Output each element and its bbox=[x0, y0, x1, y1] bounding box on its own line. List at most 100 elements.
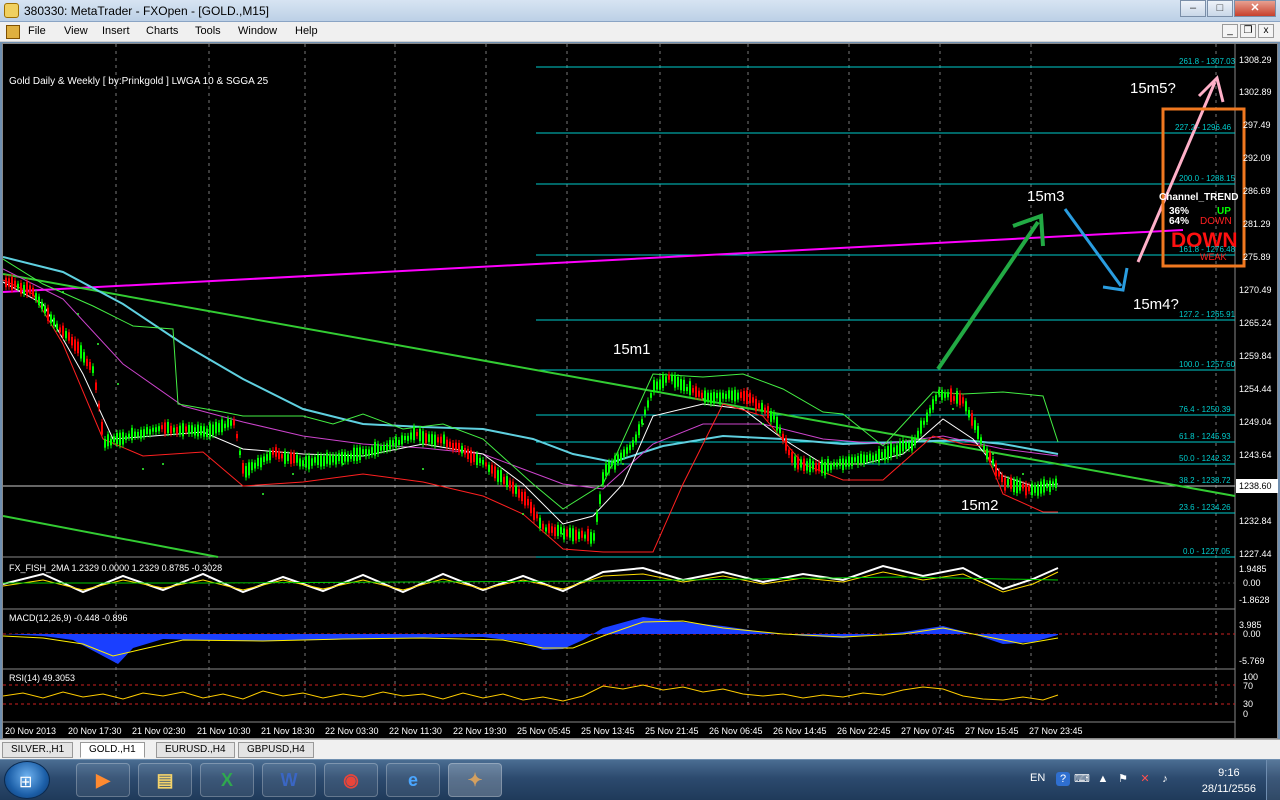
candle-body bbox=[380, 446, 382, 451]
fib-label: 200.0 - 1288.15 bbox=[1179, 174, 1236, 183]
word-icon[interactable]: W bbox=[262, 763, 316, 797]
candle-body bbox=[1028, 485, 1030, 492]
time-tick: 25 Nov 21:45 bbox=[645, 726, 699, 736]
candle-body bbox=[506, 476, 508, 487]
internet-explorer-icon[interactable]: e bbox=[386, 763, 440, 797]
close-button[interactable]: ✕ bbox=[1234, 0, 1276, 17]
fib-label: 127.2 - 1265.91 bbox=[1179, 310, 1236, 319]
system-tray: EN ? ⌨ ▲ ⚑ ✕ ♪ 9:16 28/11/2556 bbox=[1030, 760, 1280, 800]
candle-body bbox=[476, 454, 478, 466]
price-tick: 275.89 bbox=[1243, 252, 1271, 262]
language-indicator[interactable]: EN bbox=[1030, 772, 1045, 784]
candle-body bbox=[593, 533, 595, 541]
candle-body bbox=[266, 454, 268, 461]
time-tick: 21 Nov 18:30 bbox=[261, 726, 315, 736]
candle-body bbox=[1043, 479, 1045, 493]
candle-body bbox=[179, 425, 181, 435]
candle-body bbox=[827, 458, 829, 472]
mdi-minimize-button[interactable]: _ bbox=[1222, 24, 1238, 38]
menu-window[interactable]: Window bbox=[238, 25, 277, 37]
metatrader-taskbar-icon[interactable]: ✦ bbox=[448, 763, 502, 797]
menu-charts[interactable]: Charts bbox=[146, 25, 178, 37]
candle-body bbox=[152, 427, 154, 432]
candle-body bbox=[248, 462, 250, 476]
menu-insert[interactable]: Insert bbox=[102, 25, 130, 37]
rsi-scale: 0 bbox=[1243, 709, 1248, 719]
volume-icon[interactable]: ♪ bbox=[1158, 772, 1172, 786]
candle-body bbox=[773, 412, 775, 420]
minimize-button[interactable]: – bbox=[1180, 0, 1206, 17]
candle-body bbox=[224, 423, 226, 429]
candle-body bbox=[854, 457, 856, 462]
menu-tools[interactable]: Tools bbox=[195, 25, 221, 37]
candle-body bbox=[140, 429, 142, 439]
clock[interactable]: 9:16 28/11/2556 bbox=[1202, 765, 1256, 797]
menu-file[interactable]: File bbox=[28, 25, 46, 37]
candle-body bbox=[398, 440, 400, 445]
macd-scale: 0.00 bbox=[1243, 629, 1261, 639]
flag-icon[interactable]: ⚑ bbox=[1116, 772, 1130, 786]
tab-eurusd[interactable]: EURUSD.,H4 bbox=[156, 742, 235, 758]
price-tick: 286.69 bbox=[1243, 186, 1271, 196]
candle-body bbox=[317, 454, 319, 465]
start-button[interactable]: ⊞ bbox=[4, 761, 50, 799]
rsi-indicator[interactable]: RSI(14) 49.3053 100 70 30 0 bbox=[3, 672, 1258, 719]
menu-help[interactable]: Help bbox=[295, 25, 318, 37]
candle-body bbox=[1037, 484, 1039, 496]
macd-scale: -5.769 bbox=[1239, 656, 1265, 666]
candle-body bbox=[488, 464, 490, 472]
chart-window-icon[interactable] bbox=[6, 25, 20, 39]
price-tick: 1259.84 bbox=[1239, 351, 1272, 361]
excel-icon[interactable]: X bbox=[200, 763, 254, 797]
tab-silver[interactable]: SILVER.,H1 bbox=[2, 742, 74, 758]
candle-body bbox=[899, 441, 901, 454]
price-tick: 1249.04 bbox=[1239, 417, 1272, 427]
mdi-close-button[interactable]: x bbox=[1258, 24, 1274, 38]
candle-body bbox=[242, 463, 244, 474]
candle-body bbox=[29, 285, 31, 294]
candle-body bbox=[161, 425, 163, 430]
candle-body bbox=[860, 453, 862, 464]
candle-body bbox=[614, 455, 616, 470]
network-icon[interactable]: ✕ bbox=[1138, 772, 1152, 786]
mdi-restore-button[interactable]: ❐ bbox=[1240, 24, 1256, 38]
fisher-indicator[interactable]: FX_FISH_2MA 1.2329 0.0000 1.2329 0.8785 … bbox=[3, 563, 1270, 605]
time-axis[interactable]: 20 Nov 2013 20 Nov 17:30 21 Nov 02:30 21… bbox=[5, 726, 1083, 736]
candle-body bbox=[797, 456, 799, 470]
windows-logo-icon: ⊞ bbox=[19, 774, 33, 791]
chart-window[interactable]: 15m1 15m2 15m3 15m4? 15m5? Gold Daily & … bbox=[2, 43, 1278, 740]
candle-body bbox=[560, 527, 562, 535]
candle-body bbox=[953, 396, 955, 401]
candle-body bbox=[428, 434, 430, 442]
label-15m5: 15m5? bbox=[1130, 80, 1176, 97]
expand-tray-icon[interactable]: ▲ bbox=[1096, 772, 1110, 786]
candle-body bbox=[47, 307, 49, 321]
tab-gbpusd[interactable]: GBPUSD,H4 bbox=[238, 742, 314, 758]
candle-body bbox=[383, 444, 385, 451]
menu-bar: File View Insert Charts Tools Window Hel… bbox=[0, 22, 1280, 42]
price-candles bbox=[5, 274, 1057, 547]
candle-body bbox=[404, 436, 406, 441]
candle-body bbox=[626, 447, 628, 454]
menu-view[interactable]: View bbox=[64, 25, 88, 37]
candle-body bbox=[452, 443, 454, 451]
candle-body bbox=[449, 441, 451, 448]
media-player-icon[interactable]: ▶ bbox=[76, 763, 130, 797]
candle-body bbox=[284, 451, 286, 464]
show-desktop-button[interactable] bbox=[1266, 760, 1280, 800]
macd-indicator[interactable]: MACD(12,26,9) -0.448 -0.896 3.985 0.00 -… bbox=[3, 613, 1265, 666]
keyboard-icon[interactable]: ⌨ bbox=[1074, 772, 1090, 786]
fib-label: 100.0 - 1257.60 bbox=[1179, 360, 1236, 369]
candle-body bbox=[1055, 478, 1057, 489]
chrome-icon[interactable]: ◉ bbox=[324, 763, 378, 797]
candle-body bbox=[20, 282, 22, 294]
help-icon[interactable]: ? bbox=[1056, 772, 1070, 786]
candle-body bbox=[416, 432, 418, 437]
tab-gold[interactable]: GOLD.,H1 bbox=[80, 742, 145, 758]
candle-body bbox=[983, 445, 985, 450]
candle-body bbox=[254, 462, 256, 469]
candle-body bbox=[1016, 479, 1018, 494]
maximize-button[interactable]: □ bbox=[1207, 0, 1233, 17]
explorer-folder-icon[interactable]: ▤ bbox=[138, 763, 192, 797]
candle-body bbox=[788, 449, 790, 456]
